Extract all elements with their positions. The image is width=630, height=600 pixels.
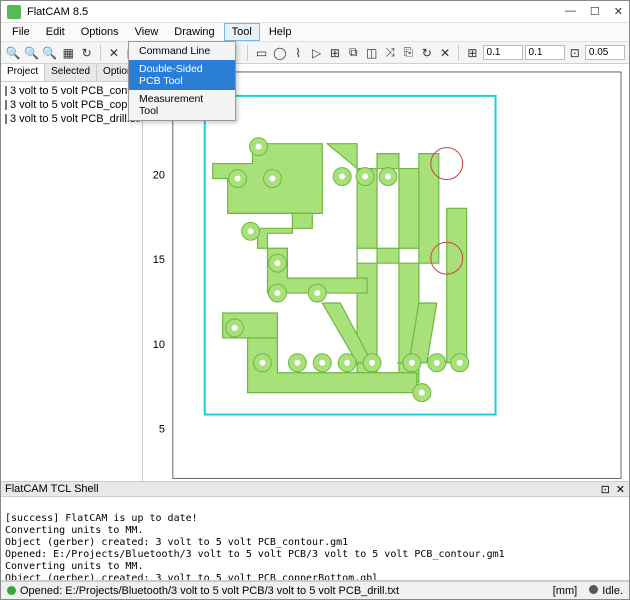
plot-canvas[interactable]: 5 10 15 20 25 0 5 10 15 20 25 30 35 [143,64,629,481]
shell-output[interactable]: [success] FlatCAM is up to date! Convert… [1,497,629,581]
svg-text:20: 20 [153,170,165,182]
checkbox-icon[interactable] [5,114,7,124]
project-item[interactable]: 3 volt to 5 volt PCB_copperBottom.gbl [3,98,140,112]
measure-icon[interactable]: ⊞ [327,44,343,62]
menu-drawing[interactable]: Drawing [167,24,221,40]
snap-icon[interactable]: ⊡ [567,44,583,62]
edit-icon[interactable]: ▷ [308,44,324,62]
close-button[interactable]: ✕ [614,5,623,18]
checkbox-icon[interactable] [5,86,7,96]
maximize-button[interactable]: ☐ [590,5,600,18]
delete-icon[interactable]: ✕ [106,44,122,62]
toolbar-separator [247,45,248,61]
status-idle: Idle. [602,585,623,597]
status-message: Opened: E:/Projects/Bluetooth/3 volt to … [20,585,399,597]
rotate-icon[interactable]: ↻ [419,44,435,62]
app-icon [7,5,21,19]
gridy-input[interactable] [525,45,565,60]
sidebar-tab-project[interactable]: Project [1,64,45,81]
svg-text:5: 5 [159,423,165,435]
sidebar-tabs: ProjectSelectedOptionsTool [1,64,142,82]
main-area: ProjectSelectedOptionsTool 3 volt to 5 v… [1,64,629,481]
zoom-in-icon[interactable]: 🔍 [5,44,21,62]
svg-text:10: 10 [153,339,165,351]
zoom-fit-icon[interactable]: 🔍 [42,44,58,62]
buffer-icon[interactable]: ◫ [363,44,379,62]
replot-icon[interactable]: ↻ [78,44,94,62]
tool-menu-item[interactable]: Command Line [129,42,235,60]
toolbar-separator [458,45,459,61]
menu-file[interactable]: File [5,24,37,40]
sidebar-tab-selected[interactable]: Selected [45,64,97,81]
delobj-icon[interactable]: ✕ [437,44,453,62]
tool-menu-item[interactable]: Double-Sided PCB Tool [129,60,235,90]
tool-dropdown: Command LineDouble-Sided PCB ToolMeasure… [128,41,236,121]
minimize-button[interactable]: — [565,5,576,18]
menubar: FileEditOptionsViewDrawingToolHelpComman… [1,23,629,42]
polyline-icon[interactable]: ⌇ [290,44,306,62]
menu-view[interactable]: View [128,24,166,40]
menu-options[interactable]: Options [74,24,126,40]
titlebar: FlatCAM 8.5 — ☐ ✕ [1,1,629,23]
snap-input[interactable] [585,45,625,60]
clear-plot-icon[interactable]: ▦ [60,44,76,62]
move-icon[interactable]: ⤨ [382,44,398,62]
status-units: [mm] [553,585,577,597]
toolbar: 🔍 🔍 🔍 ▦ ↻ ✕ ▣ ▭ ◯ ⌇ ▷ ⊞ ⧉ ◫ ⤨ ⎘ ↻ ✕ ⊞ ⊡ [1,42,629,64]
shell-undock-icon[interactable]: ⊡ [601,483,610,496]
status-indicator-icon [7,586,16,595]
toolbar-separator [100,45,101,61]
project-list: 3 volt to 5 volt PCB_contour.gm1 3 volt t… [1,82,142,481]
statusbar: Opened: E:/Projects/Bluetooth/3 volt to … [1,581,629,599]
window-controls: — ☐ ✕ [565,5,623,18]
shell-title: FlatCAM TCL Shell [5,483,99,495]
project-item-label: 3 volt to 5 volt PCB_copperBottom.gbl [10,99,140,111]
plot-svg: 5 10 15 20 25 0 5 10 15 20 25 30 35 [143,64,629,481]
union-icon[interactable]: ⧉ [345,44,361,62]
copy-icon[interactable]: ⎘ [400,44,416,62]
shell-close-icon[interactable]: ✕ [616,483,625,496]
project-item-label: 3 volt to 5 volt PCB_contour.gm1 [10,85,140,97]
project-item-label: 3 volt to 5 volt PCB_drill.txt [10,113,140,125]
grid-icon[interactable]: ⊞ [464,44,480,62]
zoom-out-icon[interactable]: 🔍 [23,44,39,62]
idle-indicator-icon [589,585,598,594]
sidebar: ProjectSelectedOptionsTool 3 volt to 5 v… [1,64,143,481]
project-item[interactable]: 3 volt to 5 volt PCB_drill.txt [3,112,140,126]
project-item[interactable]: 3 volt to 5 volt PCB_contour.gm1 [3,84,140,98]
gridx-input[interactable] [483,45,523,60]
svg-text:15: 15 [153,254,165,266]
select-icon[interactable]: ▭ [253,44,269,62]
menu-edit[interactable]: Edit [39,24,72,40]
tool-menu-item[interactable]: Measurement Tool [129,90,235,120]
shell-header: FlatCAM TCL Shell ⊡ ✕ [1,481,629,497]
draw-icon[interactable]: ◯ [272,44,288,62]
menu-tool[interactable]: Tool [224,23,260,41]
menu-help[interactable]: Help [262,24,299,40]
checkbox-icon[interactable] [5,100,7,110]
window-title: FlatCAM 8.5 [27,6,565,18]
